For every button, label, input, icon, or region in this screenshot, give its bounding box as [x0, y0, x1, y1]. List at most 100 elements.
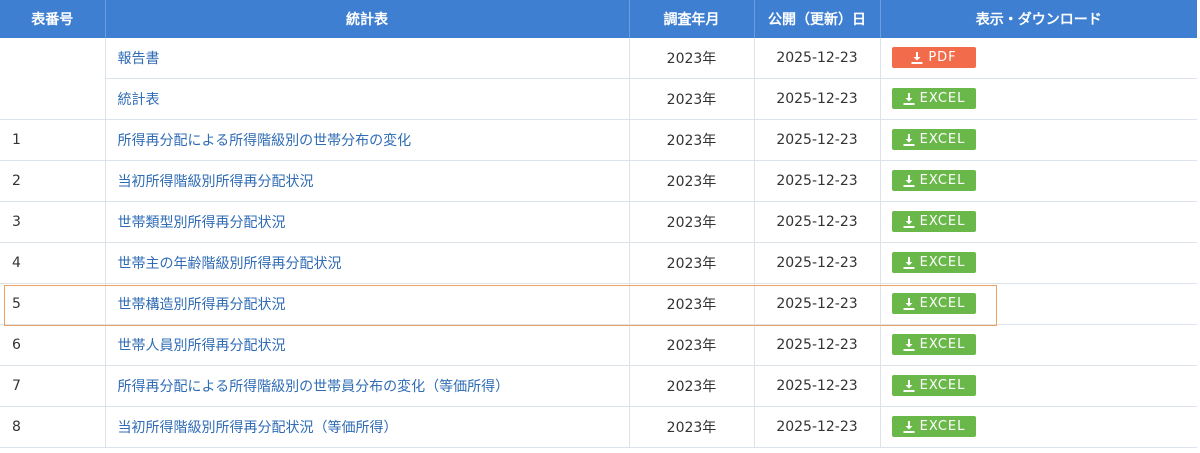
table-number-cell: 8 [0, 406, 106, 448]
download-format-label: EXCEL [919, 132, 966, 148]
survey-year-cell: 2023年 [629, 242, 755, 284]
table-title-link[interactable]: 所得再分配による所得階級別の世帯員分布の変化（等価所得） [118, 379, 510, 395]
publish-date: 2025-12-23 [776, 132, 858, 148]
table-row: 1 所得再分配による所得階級別の世帯分布の変化 2023年 2025-12-23… [0, 119, 1197, 161]
download-cell: EXCEL [880, 119, 1197, 161]
excel-download-button[interactable]: EXCEL [891, 334, 976, 356]
download-cell: EXCEL [880, 406, 1197, 448]
publish-date: 2025-12-23 [776, 296, 858, 312]
download-cell: EXCEL [880, 324, 1197, 366]
header-publish-date: 公開（更新）日 [754, 0, 881, 38]
survey-year-cell: 2023年 [629, 78, 755, 120]
table-number-cell: 1 [0, 119, 106, 161]
survey-year: 2023年 [666, 174, 717, 190]
publish-date-cell: 2025-12-23 [754, 78, 881, 120]
table-title-link[interactable]: 当初所得階級別所得再分配状況（等価所得） [118, 420, 398, 436]
download-format-label: EXCEL [919, 378, 966, 394]
table-row: 6 世帯人員別所得再分配状況 2023年 2025-12-23 EXCEL [0, 324, 1197, 366]
publish-date-cell: 2025-12-23 [754, 201, 881, 243]
table-row: 4 世帯主の年齢階級別所得再分配状況 2023年 2025-12-23 EXCE… [0, 242, 1197, 284]
publish-date-cell: 2025-12-23 [754, 119, 881, 161]
excel-download-button[interactable]: EXCEL [891, 293, 976, 315]
download-cell: PDF [880, 38, 1197, 79]
table-number-cell: 5 [0, 283, 106, 325]
table-title-cell: 当初所得階級別所得再分配状況（等価所得） [105, 406, 630, 448]
survey-year-cell: 2023年 [629, 119, 755, 161]
download-icon [903, 133, 915, 146]
excel-download-button[interactable]: EXCEL [891, 170, 976, 192]
survey-year: 2023年 [666, 379, 717, 395]
table-number-cell: 6 [0, 324, 106, 366]
download-cell: EXCEL [880, 283, 1197, 325]
publish-date: 2025-12-23 [776, 337, 858, 353]
excel-download-button[interactable]: EXCEL [891, 129, 976, 151]
table-title-link[interactable]: 世帯主の年齢階級別所得再分配状況 [118, 256, 342, 272]
excel-download-button[interactable]: EXCEL [891, 252, 976, 274]
download-format-label: EXCEL [919, 173, 966, 189]
download-cell: EXCEL [880, 242, 1197, 284]
download-cell: EXCEL [880, 201, 1197, 243]
table-row: 統計表 2023年 2025-12-23 EXCEL [0, 78, 1197, 120]
download-icon [903, 420, 915, 433]
table-title-link[interactable]: 世帯構造別所得再分配状況 [118, 297, 286, 313]
download-format-label: EXCEL [919, 91, 966, 107]
survey-year: 2023年 [666, 215, 717, 231]
table-row: 8 当初所得階級別所得再分配状況（等価所得） 2023年 2025-12-23 … [0, 406, 1197, 448]
table-title-cell: 世帯主の年齢階級別所得再分配状況 [105, 242, 630, 284]
pdf-download-button[interactable]: PDF [891, 47, 976, 69]
statistics-table: 表番号 統計表 調査年月 公開（更新）日 表示・ダウンロード 報告書 2023年… [0, 0, 1197, 448]
table-number: 6 [12, 337, 21, 353]
table-number: 2 [12, 173, 21, 189]
publish-date-cell: 2025-12-23 [754, 365, 881, 407]
publish-date: 2025-12-23 [776, 255, 858, 271]
download-format-label: EXCEL [919, 337, 966, 353]
download-icon [903, 92, 915, 105]
table-title-link[interactable]: 当初所得階級別所得再分配状況 [118, 174, 314, 190]
table-row: 報告書 2023年 2025-12-23 PDF [0, 38, 1197, 120]
excel-download-button[interactable]: EXCEL [891, 88, 976, 110]
header-survey-date: 調査年月 [629, 0, 755, 38]
survey-year-cell: 2023年 [629, 160, 755, 202]
table-row: 7 所得再分配による所得階級別の世帯員分布の変化（等価所得） 2023年 202… [0, 365, 1197, 407]
table-number-cell [0, 38, 106, 120]
table-number: 7 [12, 378, 21, 394]
table-number: 3 [12, 214, 21, 230]
header-view-download: 表示・ダウンロード [880, 0, 1197, 38]
download-format-label: EXCEL [919, 296, 966, 312]
publish-date-cell: 2025-12-23 [754, 283, 881, 325]
survey-year: 2023年 [666, 51, 717, 67]
publish-date-cell: 2025-12-23 [754, 38, 881, 79]
publish-date-cell: 2025-12-23 [754, 406, 881, 448]
publish-date: 2025-12-23 [776, 419, 858, 435]
table-number: 8 [12, 419, 21, 435]
excel-download-button[interactable]: EXCEL [891, 211, 976, 233]
table-title-link[interactable]: 統計表 [118, 92, 160, 108]
table-number-cell: 7 [0, 365, 106, 407]
publish-date: 2025-12-23 [776, 50, 858, 66]
header-table-number: 表番号 [0, 0, 106, 38]
table-title-link[interactable]: 世帯人員別所得再分配状況 [118, 338, 286, 354]
publish-date-cell: 2025-12-23 [754, 242, 881, 284]
survey-year-cell: 2023年 [629, 324, 755, 366]
table-title-link[interactable]: 報告書 [118, 51, 160, 67]
table-title-cell: 報告書 [105, 38, 630, 79]
table-number: 5 [12, 296, 21, 312]
table-row: 3 世帯類型別所得再分配状況 2023年 2025-12-23 EXCEL [0, 201, 1197, 243]
download-format-label: EXCEL [919, 214, 966, 230]
download-icon [903, 215, 915, 228]
download-icon [911, 51, 923, 64]
download-icon [903, 174, 915, 187]
table-number: 4 [12, 255, 21, 271]
survey-year-cell: 2023年 [629, 38, 755, 79]
excel-download-button[interactable]: EXCEL [891, 375, 976, 397]
table-title-link[interactable]: 世帯類型別所得再分配状況 [118, 215, 286, 231]
survey-year-cell: 2023年 [629, 365, 755, 407]
table-title-cell: 世帯人員別所得再分配状況 [105, 324, 630, 366]
table-title-link[interactable]: 所得再分配による所得階級別の世帯分布の変化 [118, 133, 412, 149]
survey-year-cell: 2023年 [629, 201, 755, 243]
table-title-cell: 統計表 [105, 78, 630, 120]
publish-date: 2025-12-23 [776, 173, 858, 189]
table-row: 5 世帯構造別所得再分配状況 2023年 2025-12-23 EXCEL [0, 283, 1197, 325]
download-format-label: EXCEL [919, 419, 966, 435]
excel-download-button[interactable]: EXCEL [891, 416, 976, 438]
